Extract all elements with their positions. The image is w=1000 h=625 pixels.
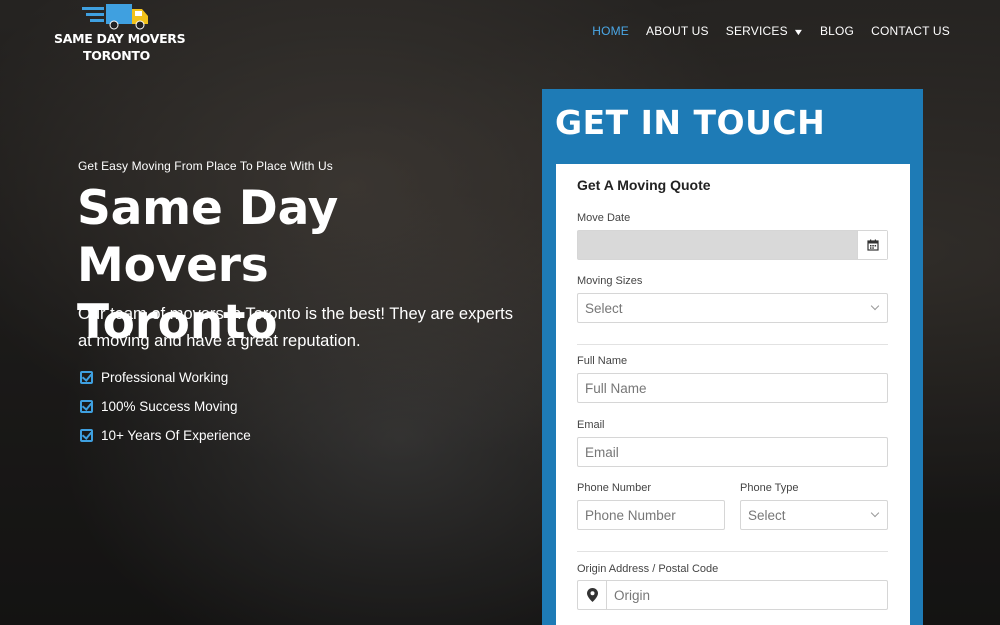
full-name-label: Full Name xyxy=(577,355,628,367)
feature-item: Professional Working xyxy=(80,363,251,392)
calendar-icon xyxy=(866,239,879,251)
full-name-input[interactable]: Full Name xyxy=(577,373,888,403)
moving-sizes-value: Select xyxy=(585,300,623,316)
nav-about-us[interactable]: ABOUT US xyxy=(646,24,709,38)
move-date-label: Move Date xyxy=(577,212,631,224)
contact-panel: GET IN TOUCH Get A Moving Quote Move Dat… xyxy=(542,89,923,625)
logo-text-line1: SAME DAY MOVERS xyxy=(54,31,186,46)
phone-number-input[interactable]: Phone Number xyxy=(577,500,725,530)
calendar-button[interactable] xyxy=(857,231,887,259)
nav-blog[interactable]: BLOG xyxy=(820,24,854,38)
nav-contact-us-label: CONTACT US xyxy=(871,24,950,38)
chevron-down-icon xyxy=(870,508,880,518)
nav-home[interactable]: HOME xyxy=(592,24,629,38)
feature-label: 100% Success Moving xyxy=(101,399,238,414)
hero-title-line1: Same Day Movers xyxy=(77,181,339,293)
contact-panel-title: GET IN TOUCH xyxy=(555,103,826,142)
origin-label: Origin Address / Postal Code xyxy=(577,563,719,575)
email-label: Email xyxy=(577,419,605,431)
moving-quote-form: Get A Moving Quote Move Date Moving Size… xyxy=(556,164,910,625)
checkbox-icon xyxy=(80,371,93,384)
site-logo[interactable]: SAME DAY MOVERS TORONTO xyxy=(54,0,186,66)
checkbox-icon xyxy=(80,400,93,413)
feature-label: Professional Working xyxy=(101,370,229,385)
checkbox-icon xyxy=(80,429,93,442)
form-title: Get A Moving Quote xyxy=(577,177,711,193)
nav-contact-us[interactable]: CONTACT US xyxy=(871,24,950,38)
hero-tagline: Get Easy Moving From Place To Place With… xyxy=(78,159,333,173)
feature-list: Professional Working 100% Success Moving… xyxy=(80,363,251,450)
nav-home-label: HOME xyxy=(592,24,630,38)
moving-sizes-label: Moving Sizes xyxy=(577,275,643,287)
phone-number-placeholder: Phone Number xyxy=(585,507,676,523)
hero-description: Our team of movers in Toronto is the bes… xyxy=(78,305,514,350)
moving-sizes-select[interactable]: Select xyxy=(577,293,888,323)
full-name-placeholder: Full Name xyxy=(585,380,647,396)
nav-services-label: SERVICES xyxy=(725,24,788,38)
phone-type-label: Phone Type xyxy=(740,482,799,494)
truck-icon xyxy=(82,4,148,30)
main-nav: HOME ABOUT US SERVICES ▼ BLOG CONTACT US xyxy=(592,24,950,38)
nav-about-us-label: ABOUT US xyxy=(646,24,709,38)
feature-item: 100% Success Moving xyxy=(80,392,251,421)
nav-blog-label: BLOG xyxy=(819,24,855,38)
divider xyxy=(577,551,888,552)
email-input[interactable]: Email xyxy=(577,437,888,467)
origin-input[interactable]: Origin xyxy=(577,580,888,610)
email-placeholder: Email xyxy=(585,444,619,460)
feature-item: 10+ Years Of Experience xyxy=(80,421,251,450)
phone-type-value: Select xyxy=(748,507,786,523)
nav-services[interactable]: SERVICES ▼ xyxy=(725,24,805,38)
move-date-input[interactable] xyxy=(577,230,888,260)
origin-icon-box xyxy=(578,581,607,609)
origin-placeholder: Origin xyxy=(614,587,651,603)
map-pin-icon xyxy=(586,588,598,602)
chevron-down-icon xyxy=(870,301,880,311)
divider xyxy=(577,344,888,345)
phone-number-label: Phone Number xyxy=(577,482,651,494)
logo-text-line2: TORONTO xyxy=(83,48,150,63)
feature-label: 10+ Years Of Experience xyxy=(101,428,251,443)
phone-type-select[interactable]: Select xyxy=(740,500,888,530)
chevron-down-icon: ▼ xyxy=(792,26,805,37)
